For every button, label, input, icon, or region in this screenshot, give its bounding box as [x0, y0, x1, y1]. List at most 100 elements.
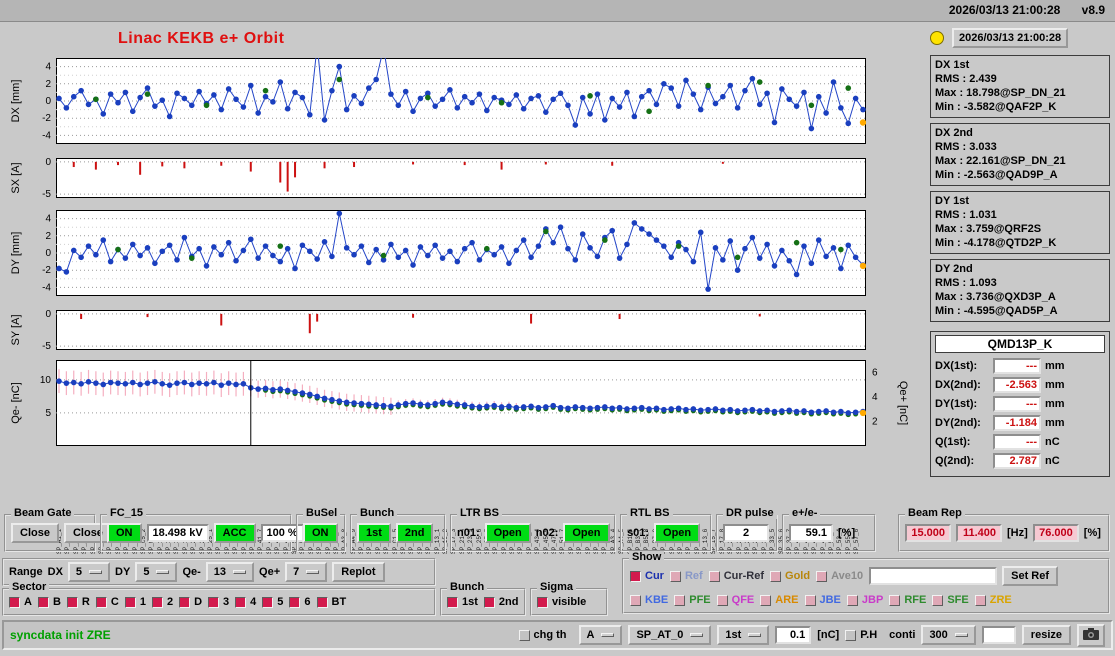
show-jbe-toggle[interactable]: JBE [805, 594, 841, 606]
rtl-s01-open-button[interactable]: Open [654, 523, 700, 543]
threshold-field[interactable]: 0.1 [775, 626, 811, 644]
checkbox-icon [208, 597, 219, 608]
replot-button[interactable]: Replot [332, 562, 384, 582]
range-qe-select[interactable]: 7 [285, 562, 327, 582]
checkbox-icon [38, 597, 49, 608]
option-menu-dash-icon [156, 570, 169, 574]
sector-3-toggle[interactable]: 3 [208, 596, 229, 608]
show-kbe-toggle[interactable]: KBE [630, 594, 668, 606]
checkbox-icon [630, 595, 641, 606]
camera-button[interactable] [1077, 624, 1105, 647]
chg-th-toggle[interactable]: chg th [519, 629, 567, 641]
sigma-visible-toggle[interactable]: visible [537, 596, 586, 608]
svg-text:0: 0 [45, 248, 51, 259]
bunch-2nd-button[interactable]: 2nd [396, 523, 434, 543]
show-ref-toggle[interactable]: Ref [670, 570, 703, 582]
range-group: Range DX5DY5Qe-13Qe+7 Replot [2, 558, 436, 586]
bunch-1st-toggle[interactable]: 1st [447, 596, 478, 608]
show-ave10-toggle[interactable]: Ave10 [816, 570, 863, 582]
beam-gate-close-left-button[interactable]: Close [11, 523, 59, 543]
points-select[interactable]: 300 [921, 625, 975, 645]
monitor-select-value: SP_AT_0 [636, 629, 683, 641]
monitor-row-value: --- [993, 434, 1041, 450]
beam-rep-pct-unit: [%] [1084, 527, 1101, 539]
svg-text:5: 5 [45, 408, 51, 419]
monitor-row: DX(2nd):-2.563mm [935, 377, 1105, 393]
option-value: 7 [293, 566, 299, 578]
sector-label: Sector [9, 581, 49, 593]
beam-rep-hz2-value: 11.400 [956, 524, 1002, 542]
checkbox-icon [760, 595, 771, 606]
checkbox-icon [447, 597, 458, 608]
status-timestamp: 2026/03/13 21:00:28 [952, 28, 1068, 48]
status-bar-controls: chg th A SP_AT_0 1st 0.1 [nC] P.H conti … [519, 624, 1106, 647]
stat-min: Min : -3.582@QAF2P_K [935, 100, 1105, 114]
show-label: Show [629, 551, 664, 563]
resize-button[interactable]: resize [1022, 625, 1071, 645]
svg-text:-2: -2 [42, 265, 51, 276]
sector-a-toggle[interactable]: A [9, 596, 32, 608]
monitor-select[interactable]: SP_AT_0 [628, 625, 711, 645]
bunch-select-menu[interactable]: 1st [717, 625, 769, 645]
ratio-label: e+/e- [789, 507, 820, 519]
bunch-select-items: 1st 2nd [447, 596, 524, 608]
fc15-on-button[interactable]: ON [107, 523, 142, 543]
sector-r-toggle[interactable]: R [67, 596, 90, 608]
sector-b-toggle[interactable]: B [38, 596, 61, 608]
show-pfe-toggle[interactable]: PFE [674, 594, 710, 606]
ph-checkbox-icon [845, 630, 856, 641]
bunch-2nd-toggle[interactable]: 2nd [484, 596, 519, 608]
sector-4-toggle[interactable]: 4 [235, 596, 256, 608]
checkbox-icon [67, 597, 78, 608]
checkbox-label: JBP [862, 594, 883, 606]
sector-2-toggle[interactable]: 2 [152, 596, 173, 608]
sector-d-toggle[interactable]: D [179, 596, 202, 608]
show-jbp-toggle[interactable]: JBP [847, 594, 883, 606]
checkbox-icon [816, 571, 827, 582]
monitor-row-label: DY(1st): [935, 398, 989, 410]
set-ref-button[interactable]: Set Ref [1002, 566, 1058, 586]
range-dx-select[interactable]: 5 [68, 562, 110, 582]
beam-gate-group: Beam Gate Close Close [4, 514, 96, 552]
sector-items: ABR C12 D3456 BT [9, 596, 352, 608]
dr-pulse-value: 2 [723, 524, 769, 542]
fc15-group: FC_15 ON 18.498 kV ACC 100 % [100, 514, 292, 552]
show-gold-toggle[interactable]: Gold [770, 570, 810, 582]
range-qe-label: Qe+ [259, 566, 280, 578]
monitor-row-label: DY(2nd): [935, 417, 989, 429]
show-zre-toggle[interactable]: ZRE [975, 594, 1012, 606]
sector-5-toggle[interactable]: 5 [262, 596, 283, 608]
aux-field[interactable] [982, 626, 1016, 644]
fc15-acc-button[interactable]: ACC [214, 523, 256, 543]
range-dy-select[interactable]: 5 [135, 562, 177, 582]
sector-1-toggle[interactable]: 1 [125, 596, 146, 608]
status-led-icon [930, 31, 944, 45]
monitor-row: DX(1st):---mm [935, 358, 1105, 374]
ph-toggle[interactable]: P.H [845, 629, 877, 641]
show-qfe-toggle[interactable]: QFE [717, 594, 755, 606]
sector-bt-toggle[interactable]: BT [317, 596, 347, 608]
busel-on-button[interactable]: ON [303, 523, 338, 543]
section-select[interactable]: A [579, 625, 623, 645]
sector-6-toggle[interactable]: 6 [289, 596, 310, 608]
show-cur-ref-toggle[interactable]: Cur-Ref [709, 570, 764, 582]
show-sfe-toggle[interactable]: SFE [932, 594, 968, 606]
sector-c-toggle[interactable]: C [96, 596, 119, 608]
monitor-row-unit: mm [1045, 360, 1065, 372]
stat-min: Min : -2.563@QAD9P_A [935, 168, 1105, 182]
show-rfe-toggle[interactable]: RFE [889, 594, 926, 606]
status-message: syncdata init ZRE [10, 628, 111, 642]
show-cur-toggle[interactable]: Cur [630, 570, 664, 582]
bunch-1st-button[interactable]: 1st [357, 523, 391, 543]
range-items: DX5DY5Qe-13Qe+7 [48, 562, 328, 582]
show-are-toggle[interactable]: ARE [760, 594, 798, 606]
page-title: Linac KEKB e+ Orbit [118, 30, 284, 48]
checkbox-label: C [111, 596, 119, 608]
ltr-n01-open-button[interactable]: Open [485, 523, 531, 543]
ltr-n02-open-button[interactable]: Open [563, 523, 609, 543]
stats-boxes: DX 1stRMS : 2.439Max : 18.798@SP_DN_21Mi… [930, 55, 1110, 322]
plot-sy: 0-5SY [A] [6, 310, 931, 350]
checkbox-label: D [194, 596, 202, 608]
range-qe-select[interactable]: 13 [206, 562, 254, 582]
ref-name-field[interactable] [869, 567, 997, 585]
